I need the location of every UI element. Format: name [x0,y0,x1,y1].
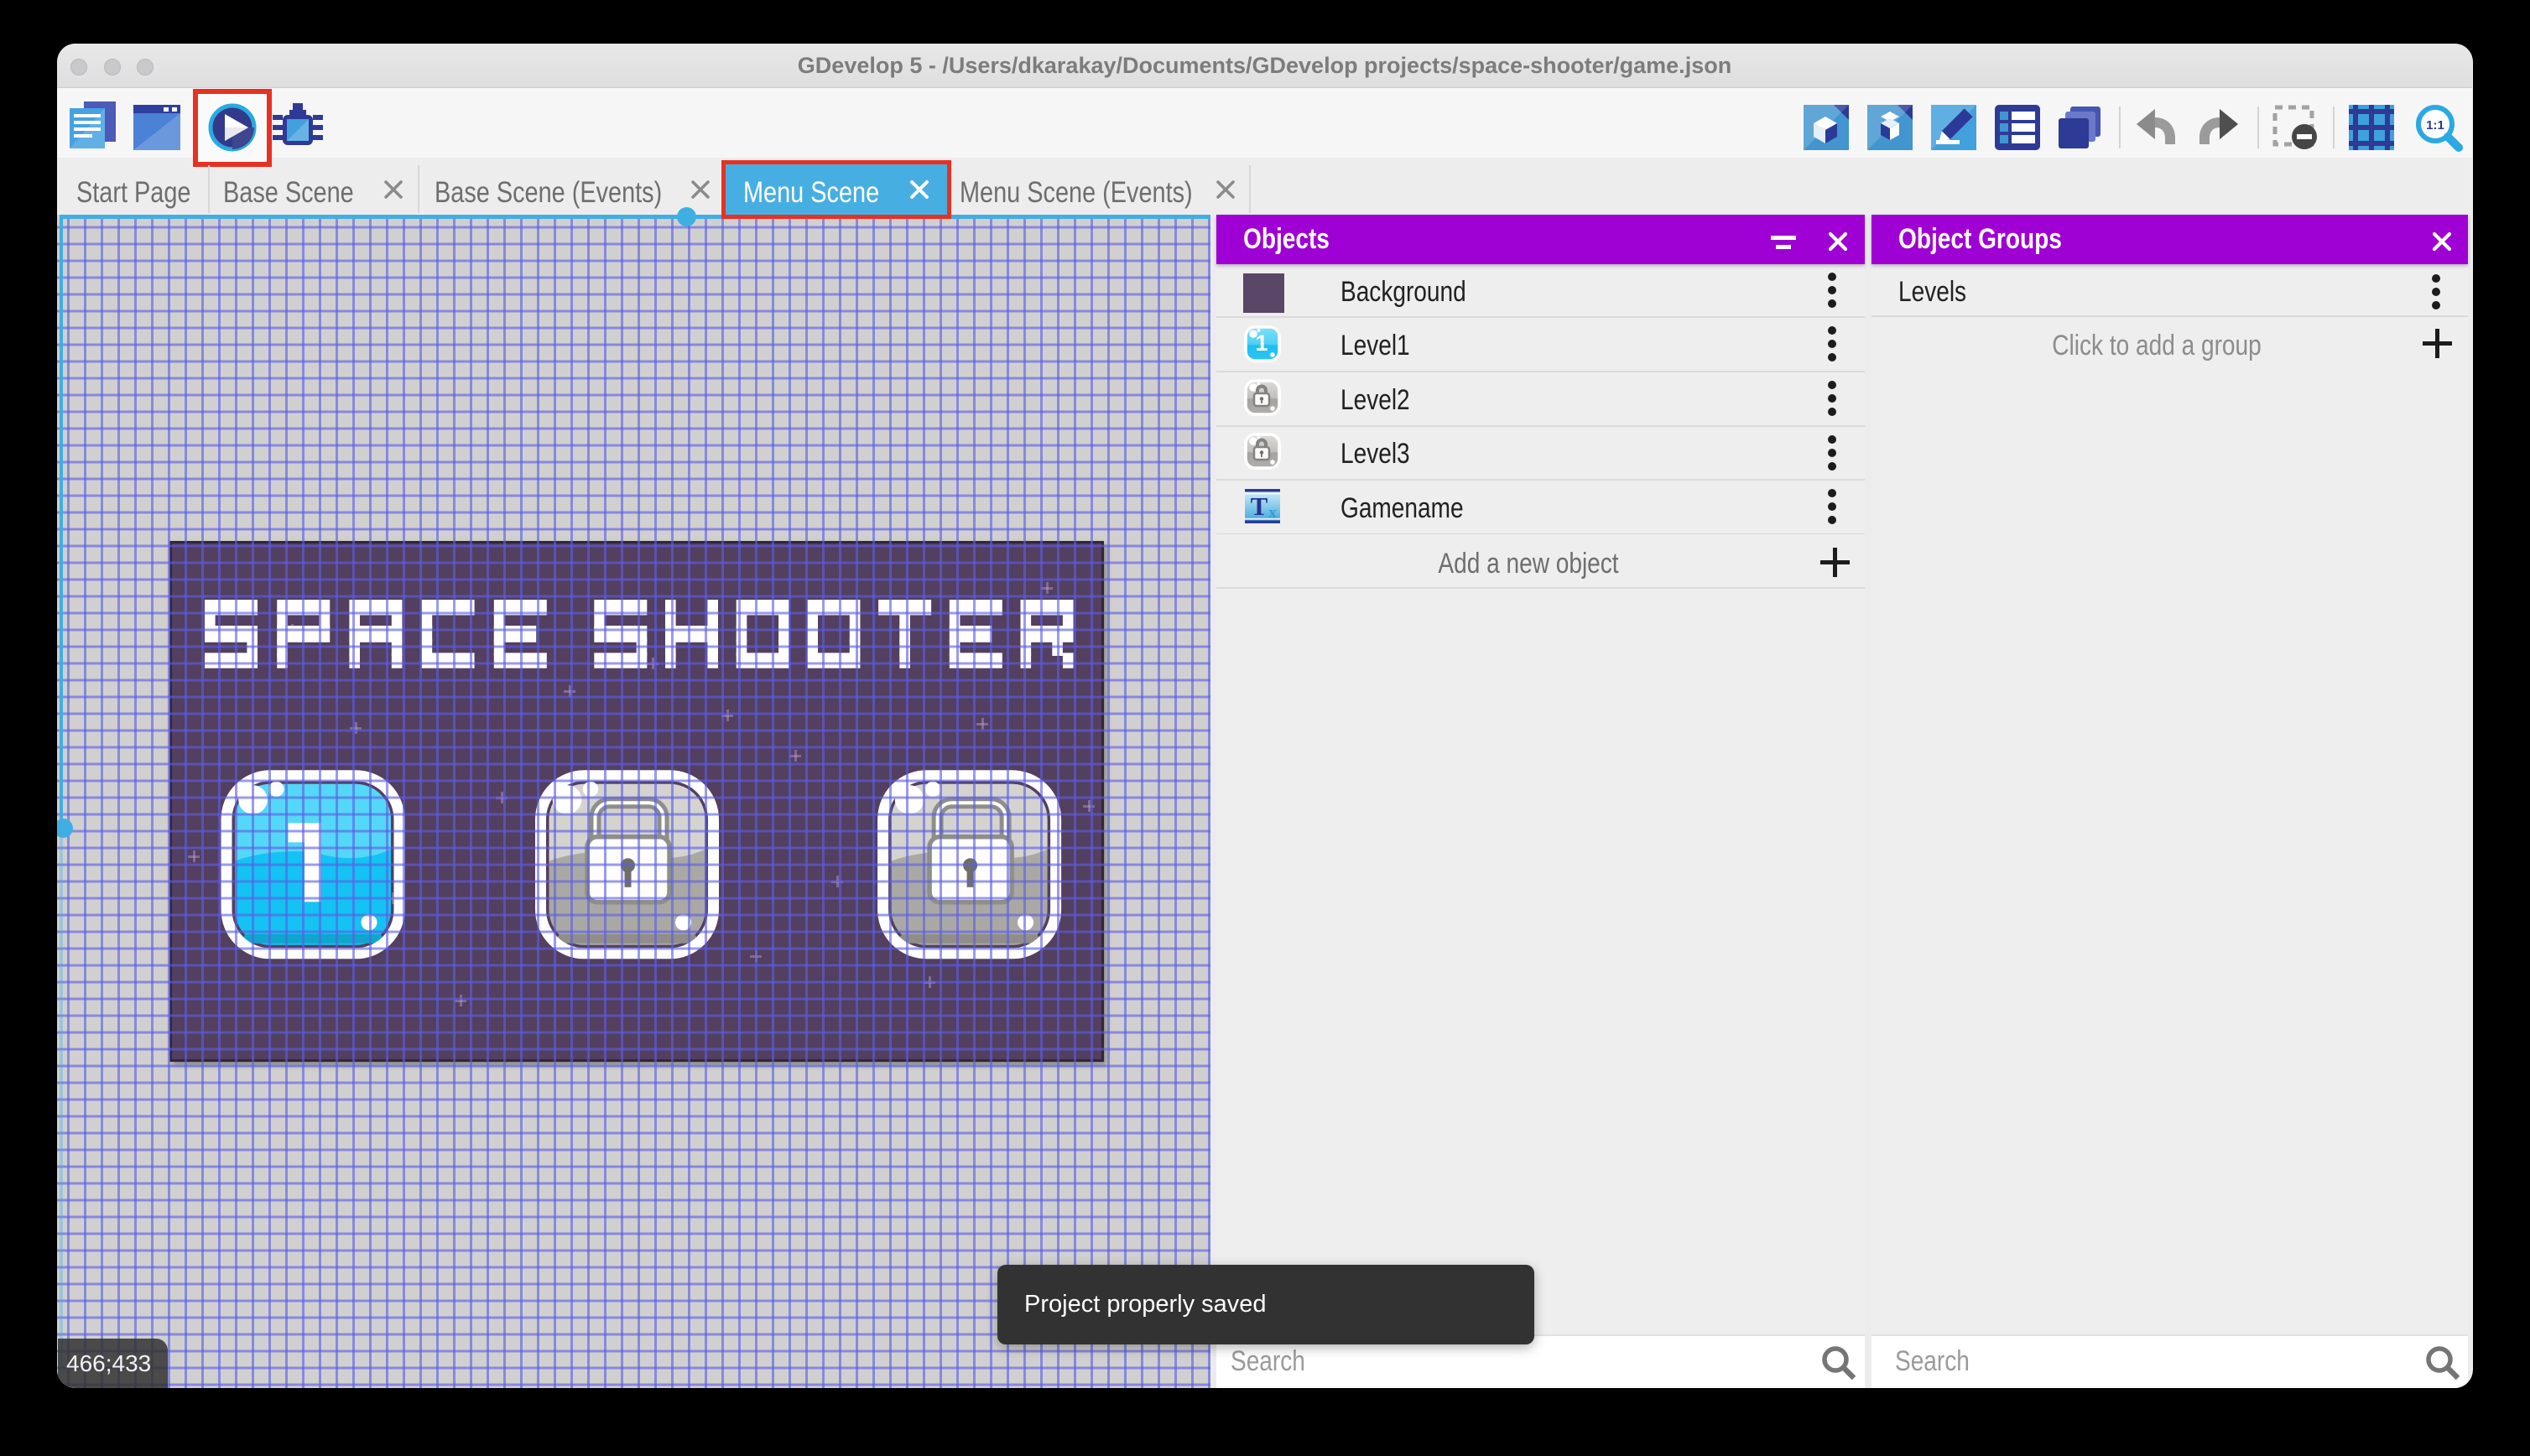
svg-text:1:1: 1:1 [2426,118,2444,133]
svg-text:1: 1 [1255,330,1268,356]
svg-text:x: x [1268,504,1277,522]
svg-text:T: T [1251,491,1268,521]
